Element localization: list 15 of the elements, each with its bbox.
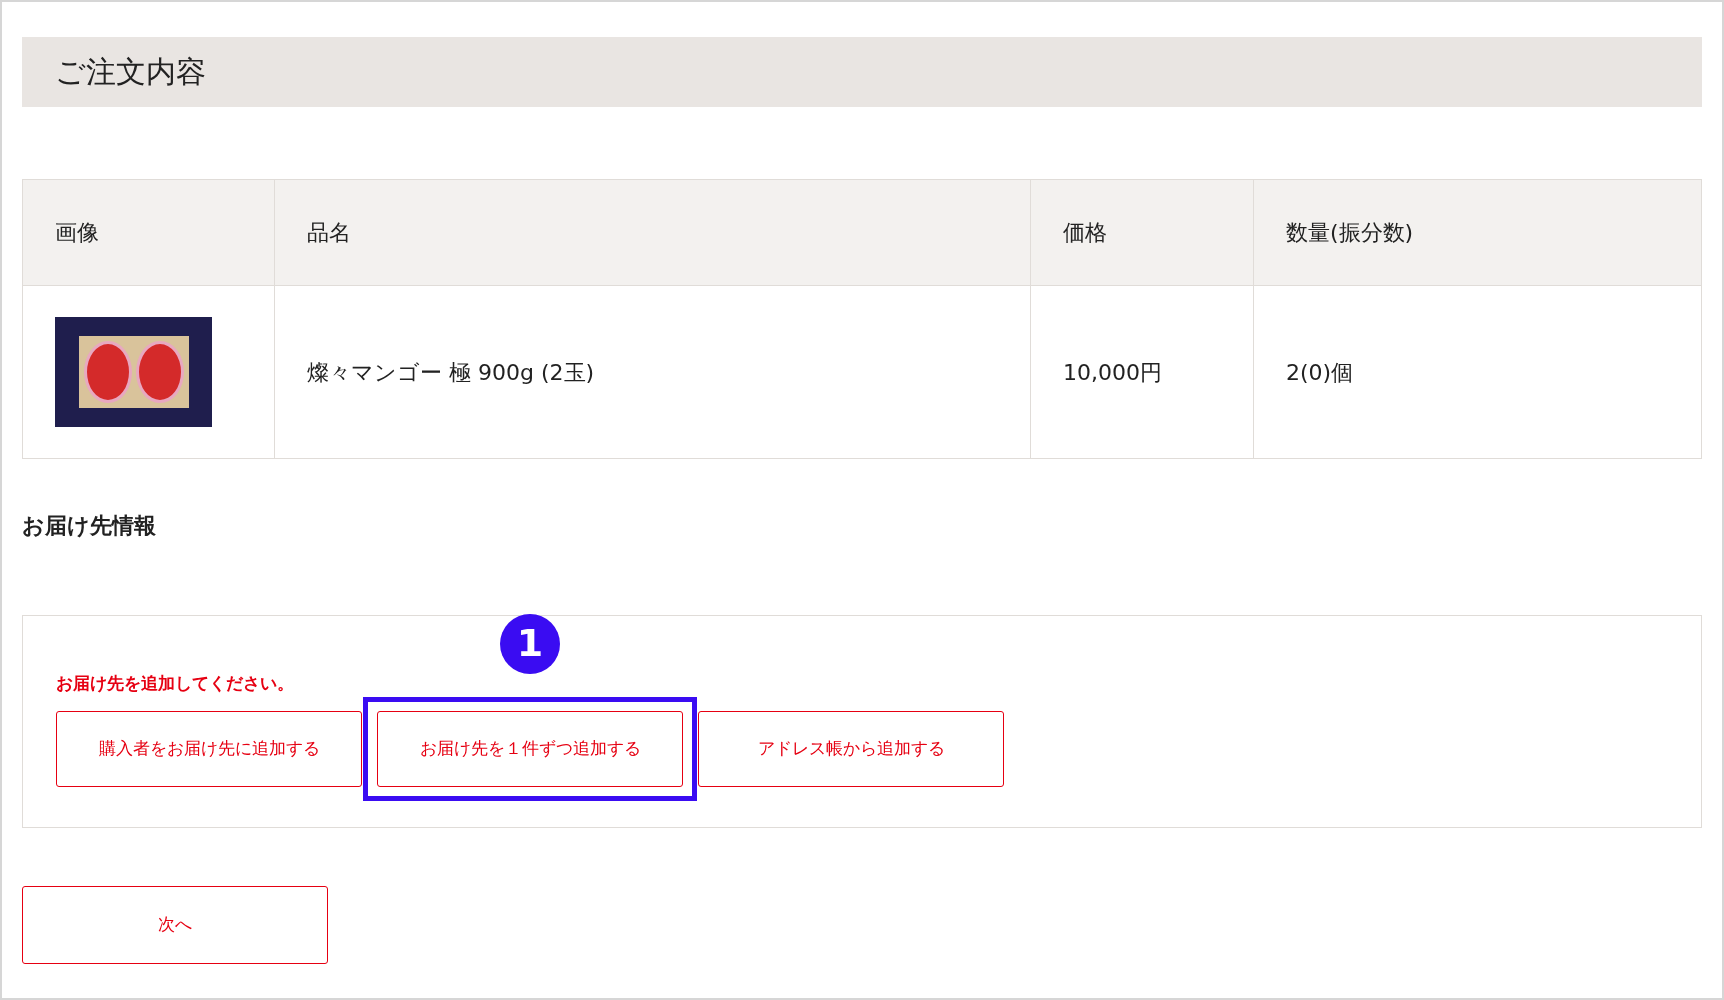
column-header: 数量(振分数) [1253,179,1702,286]
column-header: 画像 [22,179,275,286]
add-address-button[interactable]: 購入者をお届け先に追加する [56,710,362,787]
number-badge: 1 [500,613,560,674]
column-header: 品名 [274,179,1031,286]
add-address-button[interactable]: アドレス帳から追加する [698,710,1004,787]
section-title: お届け先情報 [22,512,157,540]
table-cell: 燦々マンゴー 極 900g (2玉) [274,285,1031,459]
add-address-button[interactable]: お届け先を１件ずつ追加する [377,710,683,787]
page-title: ご注文内容 [55,54,206,90]
next-button[interactable]: 次へ [22,885,328,964]
notice-text: お届け先を追加してください。 [56,672,295,695]
table-cell: 10,000円 [1030,285,1254,459]
column-header: 価格 [1030,179,1254,286]
table-cell: 2(0)個 [1253,285,1702,459]
